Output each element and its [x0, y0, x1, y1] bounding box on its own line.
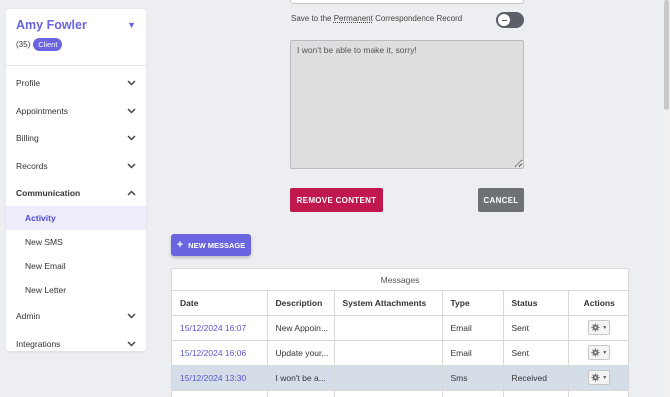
column-header-date[interactable]: Date [172, 291, 268, 316]
cell-attachments [334, 365, 443, 391]
cell-date[interactable]: 15/12/2024 16:06 [172, 340, 268, 366]
sidebar-item-integrations[interactable]: Integrations [6, 330, 146, 357]
client-menu-caret-icon[interactable]: ▼ [127, 20, 136, 30]
chevron-down-icon: ▼ [602, 374, 608, 381]
table-row[interactable]: 15/12/2024 16:06 Update your... Email Se… [172, 340, 628, 366]
chevron-down-icon [126, 106, 136, 116]
row-actions-button[interactable]: ▼ [588, 345, 611, 360]
gear-icon [591, 373, 600, 382]
cell-description: I won't be a... [267, 365, 335, 391]
message-textarea[interactable]: I won't be able to make it, sorry! [290, 40, 524, 169]
cell-description: New Appoin... [267, 315, 335, 341]
messages-table: Date Description System Attachments Type… [172, 291, 628, 397]
sidebar-item-label: Integrations [16, 338, 61, 349]
cell-type: Email [442, 340, 504, 366]
table-row[interactable]: 15/12/2024 16:07 New Appoin... Email Sen… [172, 315, 628, 341]
cell-type: Email [442, 315, 504, 341]
row-actions-button[interactable]: ▼ [588, 320, 611, 335]
column-header-type[interactable]: Type [442, 291, 504, 316]
cancel-button[interactable]: CANCEL [478, 188, 524, 212]
cell-date[interactable]: 15/12/2024 13:30 [172, 365, 268, 391]
cell-actions [568, 390, 628, 397]
resize-handle-icon[interactable] [515, 160, 522, 167]
chevron-down-icon [126, 133, 136, 143]
save-to-record-label: Save to the Permanent Correspondence Rec… [291, 14, 462, 23]
chevron-down-icon [126, 78, 136, 88]
sidebar-item-label: Billing [16, 132, 39, 143]
cell-attachments [334, 390, 443, 397]
sidebar-item-label: Communication [16, 187, 81, 198]
column-header-description[interactable]: Description [267, 291, 335, 316]
sidebar-subitem-new-email[interactable]: New Email [6, 254, 146, 278]
new-message-label: NEW MESSAGE [188, 240, 246, 250]
chevron-down-icon: ▼ [602, 324, 608, 331]
cell-attachments [334, 340, 443, 366]
cell-date [172, 390, 268, 397]
sidebar-item-profile[interactable]: Profile [6, 69, 146, 96]
client-sidebar: Amy Fowler ▼ (35) Client Profile Appoint… [6, 9, 146, 351]
sidebar-item-communication[interactable]: Communication [6, 179, 146, 206]
cell-status: Received [503, 365, 569, 391]
gear-icon [591, 348, 600, 357]
plus-icon: + [176, 238, 184, 251]
gear-icon [591, 323, 600, 332]
column-header-attachments[interactable]: System Attachments [334, 291, 443, 316]
sidebar-item-billing[interactable]: Billing [6, 124, 146, 151]
column-header-status[interactable]: Status [503, 291, 569, 316]
sidebar-item-records[interactable]: Records [6, 152, 146, 179]
table-row[interactable] [172, 390, 628, 397]
cell-actions: ▼ [568, 365, 628, 391]
sidebar-item-appointments[interactable]: Appointments [6, 97, 146, 124]
messages-panel: Messages Date Description System Attachm… [171, 268, 629, 397]
chevron-up-icon [126, 188, 136, 198]
sidebar-subitem-activity[interactable]: Activity [6, 206, 146, 230]
scrollbar-thumb[interactable] [664, 0, 669, 110]
new-message-button[interactable]: + NEW MESSAGE [171, 234, 251, 256]
page-scrollbar[interactable] [663, 0, 670, 397]
cell-status: Sent [503, 340, 569, 366]
save-label-prefix: Save to the [291, 14, 334, 23]
cell-description: Update your... [267, 340, 335, 366]
sidebar-item-label: Admin [16, 310, 41, 321]
sidebar-item-admin[interactable]: Admin [6, 302, 146, 329]
subject-field[interactable] [290, 0, 524, 4]
chevron-down-icon [126, 311, 136, 321]
permanent-tooltip-link[interactable]: Permanent [334, 14, 373, 23]
column-header-actions: Actions [568, 291, 628, 316]
sidebar-divider [6, 65, 146, 66]
client-name[interactable]: Amy Fowler [16, 18, 87, 32]
messages-title: Messages [172, 269, 628, 291]
sidebar-item-label: Appointments [16, 105, 68, 116]
cell-type: Sms [442, 365, 504, 391]
chevron-down-icon [126, 339, 136, 349]
cell-status: Sent [503, 315, 569, 341]
cell-description [267, 390, 335, 397]
sidebar-subitem-new-sms[interactable]: New SMS [6, 230, 146, 254]
client-meta: (35) Client [16, 38, 63, 51]
cell-date[interactable]: 15/12/2024 16:07 [172, 315, 268, 341]
cell-status [503, 390, 569, 397]
table-row-selected[interactable]: 15/12/2024 13:30 I won't be a... Sms Rec… [172, 365, 628, 391]
remove-content-button[interactable]: REMOVE CONTENT [290, 188, 383, 212]
sidebar-item-label: Profile [16, 77, 41, 88]
save-label-suffix: Correspondence Record [372, 14, 463, 23]
row-actions-button[interactable]: ▼ [588, 370, 611, 385]
client-badge: Client [33, 38, 63, 51]
cell-type [442, 390, 504, 397]
toggle-knob [498, 14, 510, 26]
cell-attachments [334, 315, 443, 341]
cell-actions: ▼ [568, 340, 628, 366]
cell-actions: ▼ [568, 315, 628, 341]
chevron-down-icon [126, 161, 136, 171]
client-age: (35) [16, 40, 31, 49]
chevron-down-icon: ▼ [602, 349, 608, 356]
table-header-row: Date Description System Attachments Type… [172, 291, 628, 316]
sidebar-subitem-new-letter[interactable]: New Letter [6, 278, 146, 302]
save-to-record-toggle[interactable] [496, 12, 524, 28]
sidebar-item-label: Records [16, 160, 48, 171]
